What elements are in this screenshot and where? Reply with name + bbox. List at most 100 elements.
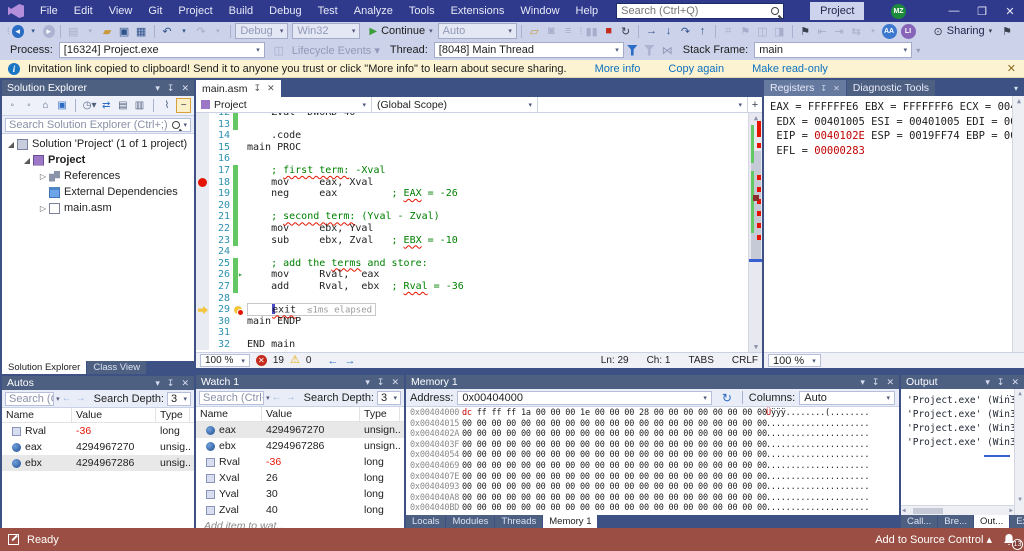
- breakpoint-margin[interactable]: [196, 119, 209, 131]
- thread-dropdown[interactable]: [8048] Main Thread▾: [434, 42, 624, 58]
- tab-registers[interactable]: Registers↧✕: [764, 80, 846, 96]
- search-next-icon[interactable]: →: [286, 392, 296, 403]
- continue-button[interactable]: ▶Continue▾: [364, 23, 437, 39]
- user-avatar[interactable]: MZ: [891, 4, 906, 19]
- sharing-button[interactable]: Sharing: [947, 25, 985, 37]
- expander-icon[interactable]: ▷: [38, 172, 48, 181]
- window-position-icon[interactable]: ▾: [365, 377, 370, 388]
- stack-frame-dropdown[interactable]: main▾: [754, 42, 912, 58]
- breakpoint-margin[interactable]: [196, 246, 209, 258]
- memory-row[interactable]: 0x00404000dc ff ff ff 1a 00 00 00 1e 00 …: [406, 408, 899, 419]
- stop-debugging-icon[interactable]: ■: [601, 24, 616, 39]
- tab-diagnostic-tools[interactable]: Diagnostic Tools: [847, 80, 935, 96]
- column-header-type[interactable]: Type: [360, 407, 400, 422]
- menu-view[interactable]: View: [101, 0, 141, 22]
- code-editor[interactable]: 12 Zval DWORD 401314 .code15main PROC161…: [196, 113, 762, 352]
- debug-toolbar-overflow-icon[interactable]: ▾: [916, 46, 920, 55]
- expander-icon[interactable]: ▷: [38, 204, 48, 213]
- memory-row[interactable]: 0x0040407E00 00 00 00 00 00 00 00 00 00 …: [406, 472, 899, 483]
- close-tab-icon[interactable]: ✕: [833, 84, 840, 93]
- tab-class-view[interactable]: Class View: [87, 361, 146, 374]
- open-folder-icon[interactable]: ▰: [100, 24, 115, 39]
- collaborator-avatar-1[interactable]: AA: [882, 24, 897, 39]
- project-dropdown[interactable]: Project▾: [196, 97, 372, 112]
- scroll-down-icon[interactable]: ▼: [749, 343, 762, 351]
- redo-icon[interactable]: ↷: [193, 24, 208, 39]
- register-row[interactable]: EDX = 00401005 ESI = 00401005 EDI = 0040…: [770, 116, 1022, 131]
- prev-bookmark-icon[interactable]: ⇤: [815, 24, 830, 39]
- menu-build[interactable]: Build: [221, 0, 261, 22]
- variable-row[interactable]: Xval26long: [196, 470, 404, 486]
- menu-window[interactable]: Window: [512, 0, 567, 22]
- tab-out-[interactable]: Out...: [974, 515, 1009, 528]
- suspend-threads-icon[interactable]: ⋈: [662, 44, 673, 57]
- breakpoint-margin[interactable]: [196, 235, 209, 247]
- menu-edit[interactable]: Edit: [66, 0, 101, 22]
- editor-scrollbar[interactable]: ▲ ▼: [748, 113, 762, 352]
- copy-again-link[interactable]: Copy again: [668, 63, 724, 75]
- memory-row[interactable]: 0x004040BD00 00 00 00 00 00 00 00 00 00 …: [406, 503, 899, 514]
- home-icon[interactable]: ⌂: [38, 98, 53, 113]
- close-panel-icon[interactable]: ✕: [886, 377, 894, 388]
- code-text[interactable]: sub ebx, Zval ; EBX = -10: [247, 235, 458, 247]
- memory-row[interactable]: 0x004040A800 00 00 00 00 00 00 00 00 00 …: [406, 493, 899, 504]
- tree-node-references[interactable]: ▷References: [2, 168, 194, 184]
- tab-bre-[interactable]: Bre...: [938, 515, 973, 528]
- menu-file[interactable]: File: [32, 0, 66, 22]
- refresh-icon[interactable]: ↻: [722, 391, 732, 405]
- breakpoint-margin[interactable]: [196, 130, 209, 142]
- code-text[interactable]: mov ebx, Yval: [247, 223, 373, 235]
- variable-row[interactable]: eax4294967270unsign...: [196, 422, 404, 438]
- autos-title[interactable]: Autos ▾↧✕: [2, 376, 194, 390]
- redo-dropdown[interactable]: ▾: [210, 24, 225, 39]
- switch-views-icon[interactable]: ▣: [55, 98, 70, 113]
- toolbar-grip[interactable]: ⁞: [7, 26, 8, 36]
- show-all-files-icon[interactable]: ⌇: [160, 98, 175, 113]
- menu-test[interactable]: Test: [310, 0, 346, 22]
- memory-row[interactable]: 0x0040402A00 00 00 00 00 00 00 00 00 00 …: [406, 429, 899, 440]
- perf-tip[interactable]: ≤1ms elapsed: [296, 306, 372, 316]
- pin-icon[interactable]: ↧: [872, 377, 880, 388]
- solution-explorer-title[interactable]: Solution Explorer ▾↧✕: [2, 80, 194, 96]
- tab-locals[interactable]: Locals: [406, 515, 445, 528]
- breakpoint-margin[interactable]: [196, 304, 209, 316]
- menu-git[interactable]: Git: [140, 0, 170, 22]
- column-header-name[interactable]: Name: [196, 407, 262, 422]
- breakpoint-margin[interactable]: [196, 188, 209, 200]
- undo-dropdown[interactable]: ▾: [176, 24, 191, 39]
- menu-extensions[interactable]: Extensions: [443, 0, 513, 22]
- more-info-link[interactable]: More info: [595, 63, 641, 75]
- sync-with-active-document-icon[interactable]: ⇄: [99, 98, 114, 113]
- breakpoint-margin[interactable]: [196, 258, 209, 270]
- editor-zoom-dropdown[interactable]: 100 %▾: [200, 354, 250, 367]
- tab-call-[interactable]: Call...: [901, 515, 937, 528]
- close-button[interactable]: ✕: [996, 0, 1024, 22]
- memory-row[interactable]: 0x0040401500 00 00 00 00 00 00 00 00 00 …: [406, 419, 899, 430]
- show-next-statement-icon[interactable]: →: [644, 24, 659, 39]
- pin-icon[interactable]: ↧: [820, 84, 827, 93]
- collapse-all-icon[interactable]: ▥: [132, 98, 147, 113]
- output-hscrollbar[interactable]: ◀▶: [901, 505, 1014, 515]
- tree-node-solution-project-1-of-1-project-[interactable]: ◢Solution 'Project' (1 of 1 project): [2, 136, 194, 152]
- menu-help[interactable]: Help: [568, 0, 607, 22]
- output-title[interactable]: Output ▾↧✕: [901, 375, 1024, 389]
- step-over-icon[interactable]: ↷: [678, 24, 693, 39]
- code-text[interactable]: .code: [247, 130, 301, 142]
- navigate-back-dropdown[interactable]: ▾: [26, 24, 41, 39]
- memory-title[interactable]: Memory 1 ▾↧✕: [406, 375, 899, 389]
- window-position-icon[interactable]: ▾: [860, 377, 865, 388]
- breakpoint-icon[interactable]: [198, 178, 207, 187]
- show-threads-icon[interactable]: ◫: [755, 24, 770, 39]
- memory-row[interactable]: 0x0040403F00 00 00 00 00 00 00 00 00 00 …: [406, 440, 899, 451]
- memory-row[interactable]: 0x0040405400 00 00 00 00 00 00 00 00 00 …: [406, 450, 899, 461]
- registers-content[interactable]: EAX = FFFFFFE6 EBX = FFFFFFF6 ECX = 0040…: [764, 96, 1024, 352]
- tab-threads[interactable]: Threads: [495, 515, 542, 528]
- refresh-icon[interactable]: ▤: [116, 98, 131, 113]
- menu-tools[interactable]: Tools: [401, 0, 443, 22]
- se-back-icon[interactable]: ◦: [5, 98, 20, 113]
- snapshot-icon[interactable]: ◙: [544, 24, 559, 39]
- add-item-row[interactable]: Add item to wat...: [196, 518, 404, 528]
- variable-row[interactable]: Zval40long: [196, 502, 404, 518]
- filter-threads-icon[interactable]: [627, 45, 638, 56]
- save-icon[interactable]: ▣: [117, 24, 132, 39]
